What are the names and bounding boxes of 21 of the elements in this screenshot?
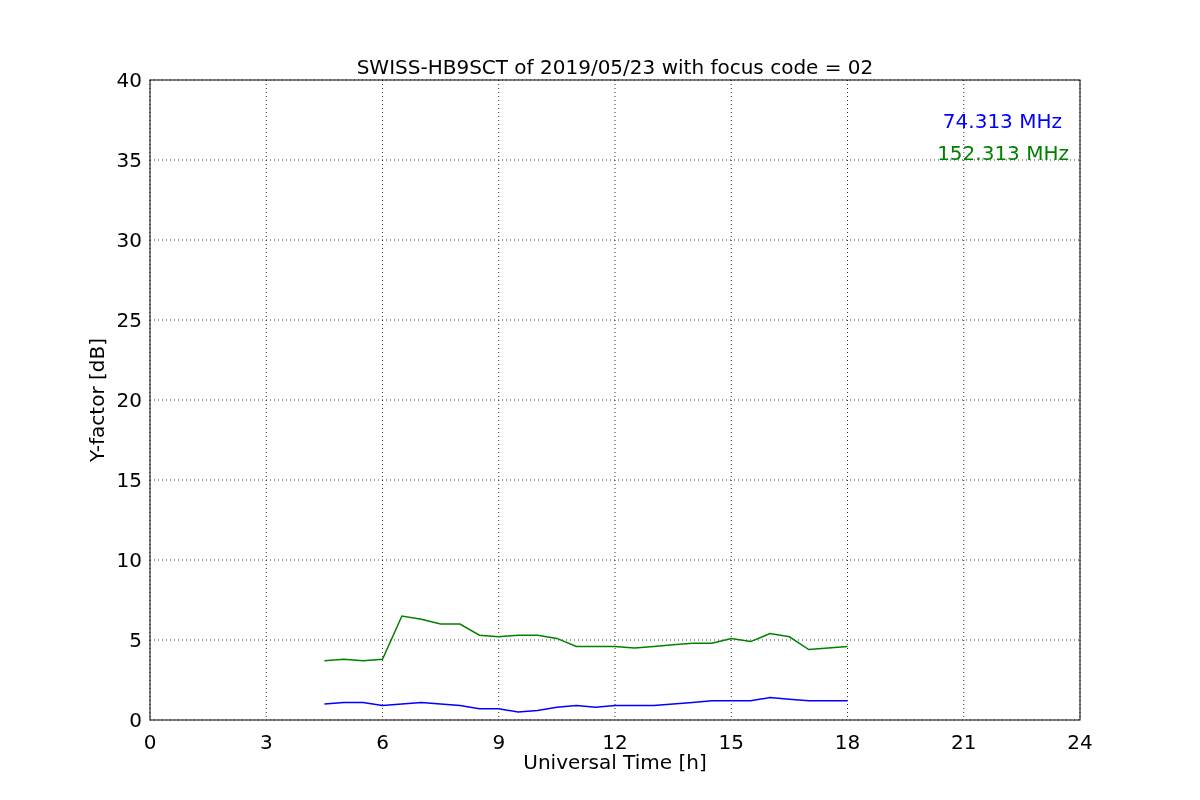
x-tick-label: 18 [834, 730, 861, 754]
y-axis-label: Y-factor [dB] [85, 338, 109, 462]
y-tick-label: 5 [129, 628, 142, 652]
y-tick-label: 0 [129, 708, 142, 732]
y-tick-label: 15 [116, 468, 142, 492]
x-tick-label: 24 [1067, 730, 1093, 754]
y-tick-label: 30 [116, 228, 142, 252]
x-tick-label: 3 [259, 730, 273, 754]
x-tick-label: 6 [376, 730, 389, 754]
y-tick-label: 40 [116, 68, 142, 92]
legend-label: 152.313 MHz [937, 141, 1069, 165]
legend-label: 74.313 MHz [942, 109, 1062, 133]
y-tick-label: 35 [116, 148, 142, 172]
x-tick-label: 9 [492, 730, 506, 754]
x-tick-label: 15 [718, 730, 744, 754]
y-tick-label: 20 [116, 388, 142, 412]
y-tick-label: 10 [116, 548, 142, 572]
x-tick-label: 21 [951, 730, 977, 754]
x-tick-label: 0 [143, 730, 157, 754]
chart-title: SWISS-HB9SCT of 2019/05/23 with focus code = 02 [356, 55, 874, 79]
y-tick-label: 25 [116, 308, 142, 332]
